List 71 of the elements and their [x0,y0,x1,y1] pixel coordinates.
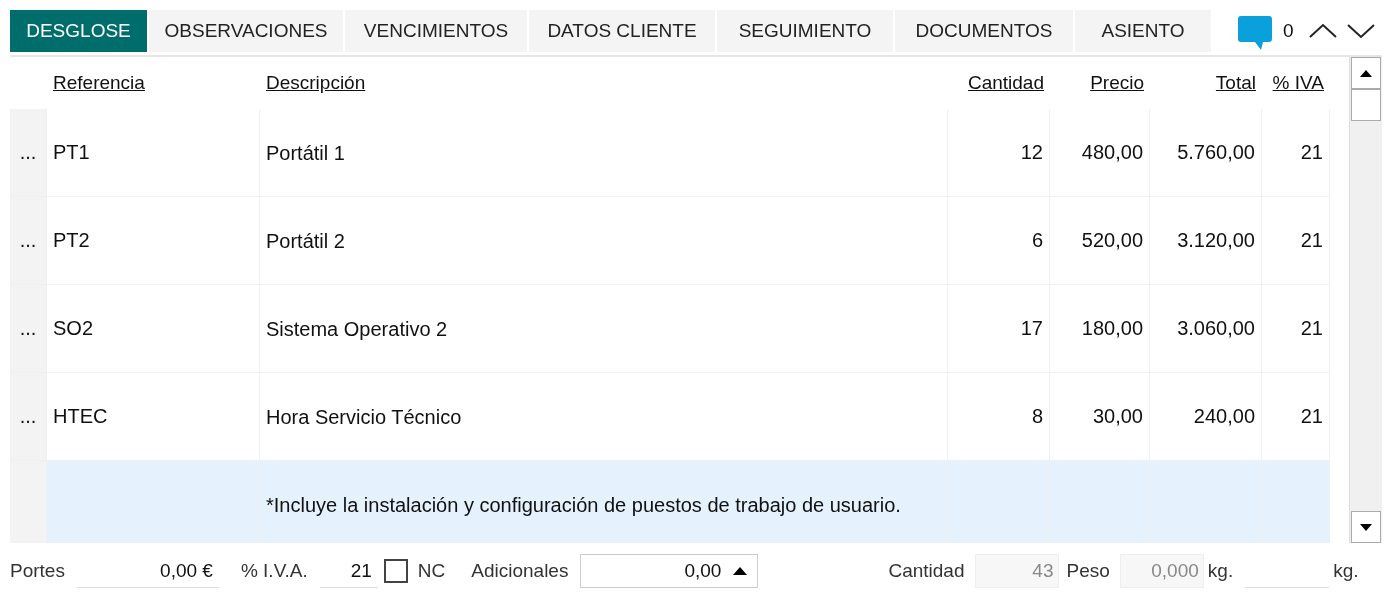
triangle-down-icon [1360,523,1372,531]
table-row[interactable]: ... SO2 Sistema Operativo 2 17 180,00 3.060,00 21 [10,285,1330,373]
comment-count: 0 [1283,20,1294,42]
row-handle[interactable]: ... [10,285,47,373]
unit-label: kg. [1333,560,1359,582]
input-field[interactable]: 21 [319,554,378,588]
tab[interactable]: OBSERVACIONES [149,10,345,52]
row-handle[interactable] [10,461,47,543]
table-cell: 21 [1300,229,1323,252]
checkbox[interactable] [383,559,408,583]
triangle-up-icon [1360,69,1372,77]
tab[interactable]: VENCIMIENTOS [345,10,529,52]
scroll-up-button[interactable] [1351,57,1381,89]
column-header[interactable]: % IVA [1272,72,1324,94]
table-cell: 180,00 [1081,317,1143,340]
tab[interactable]: DOCUMENTOS [895,10,1075,52]
table-cell: PT1 [53,141,90,164]
field-label: Cantidad [888,560,965,582]
field-label: Portes [10,560,65,582]
tab[interactable]: DATOS CLIENTE [529,10,717,52]
table-row[interactable]: *Incluye la instalación y configuración de puestos de trabajo de usuario. [10,461,1330,543]
scroll-down-button[interactable] [1351,511,1381,543]
column-header[interactable]: Total [1215,72,1256,94]
field-label: % I.V.A. [240,560,308,582]
column-header[interactable]: Cantidad [967,72,1044,94]
row-handle[interactable]: ... [10,373,47,461]
table-row[interactable]: ... PT1 Portátil 1 12 480,00 5.760,00 21 [10,109,1330,197]
table-cell: 21 [1300,317,1323,340]
table-cell: PT2 [53,229,90,252]
table-cell-text: Sistema Operativo 2 [266,316,448,342]
table-cell-text: *Incluye la instalación y configuración de puestos de trabajo de usuario. [266,492,901,518]
row-handle[interactable]: ... [10,109,47,197]
table-cell-text: Hora Servicio Técnico [266,404,462,430]
field-label: Adicionales [471,560,569,582]
table-cell: 5.760,00 [1177,141,1255,164]
table-cell: 21 [1300,405,1323,428]
table-cell: 3.120,00 [1177,229,1255,252]
table-cell: 3.060,00 [1177,317,1255,340]
row-handle[interactable]: ... [10,197,47,285]
speech-bubble-icon[interactable] [1237,14,1275,52]
scrollbar[interactable] [1349,57,1382,543]
table-cell: 240,00 [1193,405,1255,428]
tab[interactable]: DESGLOSE [10,10,149,52]
table-cell: 17 [1020,317,1043,340]
column-header[interactable]: Descripción [266,72,366,94]
table-row[interactable]: ... HTEC Hora Servicio Técnico 8 30,00 240,00 21 [10,373,1330,461]
table-cell: 6 [1031,229,1043,252]
table-cell: 12 [1020,141,1043,164]
table-row[interactable]: ... PT2 Portátil 2 6 520,00 3.120,00 21 [10,197,1330,285]
input-field[interactable]: 0,00 [580,554,759,588]
table-cell-text: Portátil 1 [266,140,345,166]
column-header[interactable]: Referencia [53,72,145,94]
table-cell: SO2 [53,317,94,340]
unit-label: kg. [1207,560,1234,582]
scroll-thumb[interactable] [1351,89,1381,121]
chevron-down-icon[interactable] [1345,23,1376,39]
checkbox-label: NC [417,560,446,582]
table-cell: 21 [1300,141,1323,164]
field-label: Peso [1066,560,1110,582]
table-cell: 480,00 [1081,141,1143,164]
input-field[interactable]: 0,00 € [76,554,219,588]
tab[interactable]: ASIENTO [1075,10,1213,52]
table-cell: HTEC [53,405,108,428]
table-cell: 30,00 [1092,405,1143,428]
triangle-up-icon[interactable] [733,567,748,575]
column-header[interactable]: Precio [1090,72,1144,94]
table-cell: 520,00 [1081,229,1143,252]
table-cell-text: Portátil 2 [266,228,345,254]
tab[interactable]: SEGUIMIENTO [717,10,895,52]
chevron-up-icon[interactable] [1307,23,1338,39]
table-cell: 8 [1031,405,1043,428]
